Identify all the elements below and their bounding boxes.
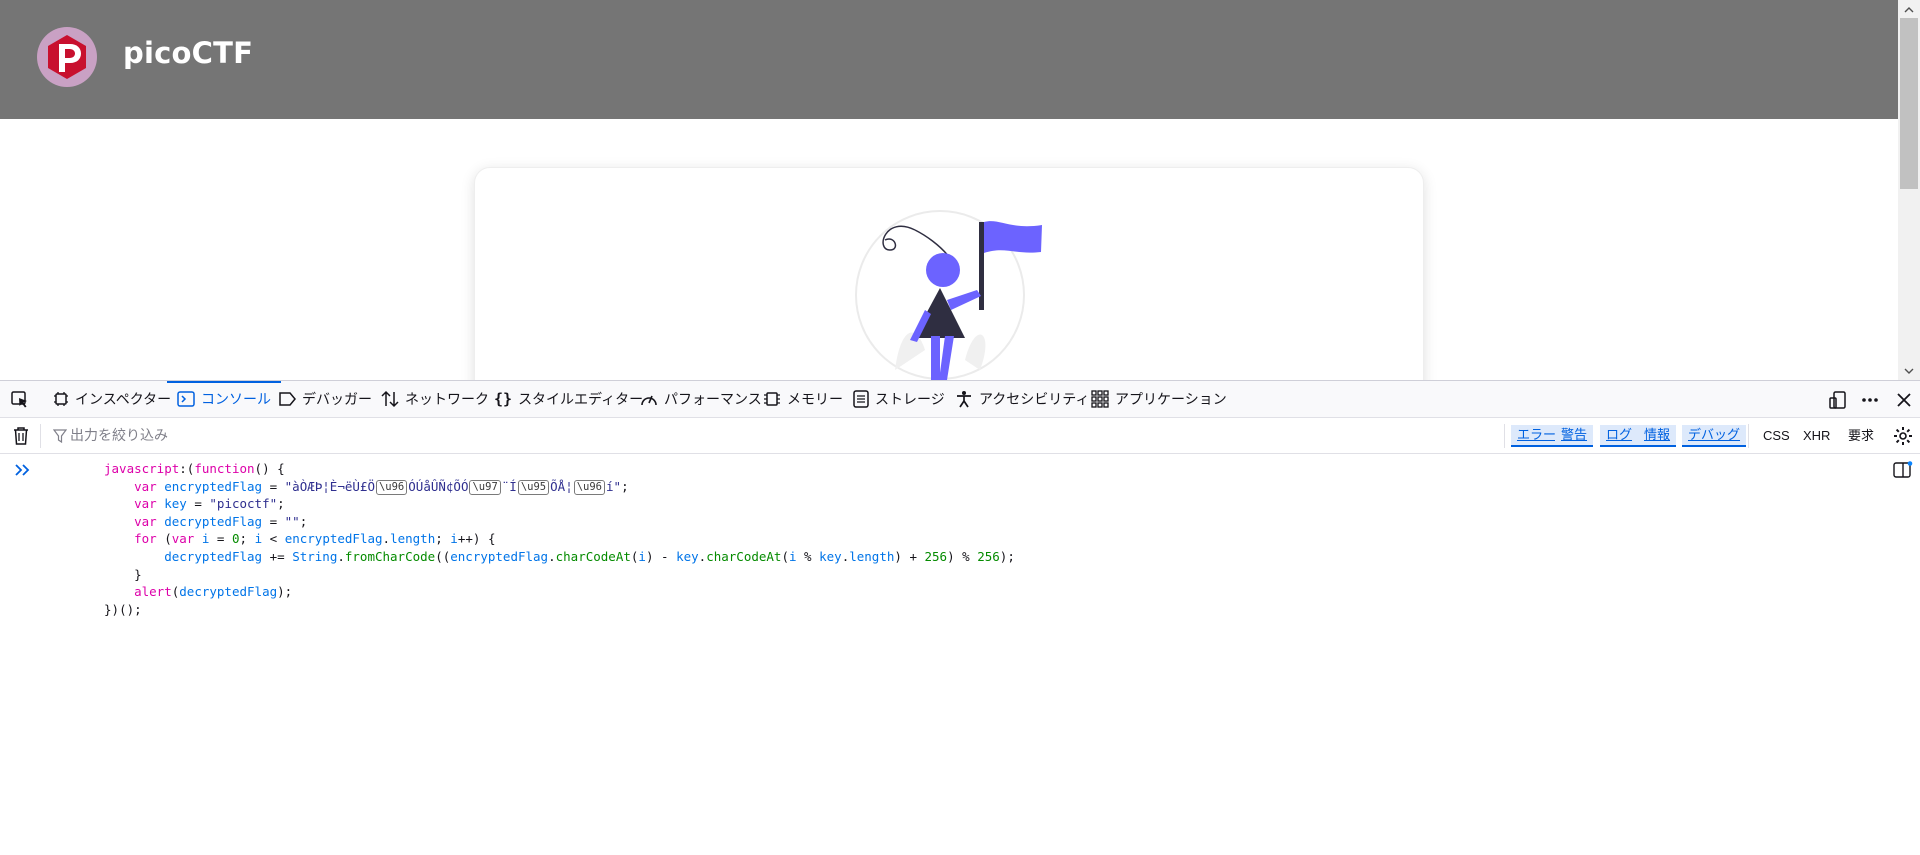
tab-label: デバッガー: [302, 391, 372, 407]
filter-info-button[interactable]: 情報: [1638, 425, 1677, 447]
tab-performance[interactable]: パフォーマンス: [640, 381, 762, 417]
button-label: ログ: [1606, 427, 1633, 442]
responsive-design-icon[interactable]: [1828, 390, 1848, 410]
more-options-icon[interactable]: [1860, 390, 1880, 410]
tab-label: ネットワーク: [405, 391, 489, 407]
code-line: javascript:(function() {: [104, 461, 285, 476]
code-line: var decryptedFlag = "";: [134, 513, 308, 529]
divider: [40, 424, 41, 448]
application-icon: [1091, 390, 1109, 408]
code-line: var key = "picoctf";: [134, 496, 285, 512]
element-picker-icon[interactable]: [10, 390, 30, 410]
tab-inspector[interactable]: インスペクター: [53, 381, 171, 417]
devtools-toolbar: インスペクター コンソール デバッガー ネットワーク {} スタイルエディター …: [0, 381, 1920, 418]
filter-debug-button[interactable]: デバッグ: [1682, 425, 1747, 447]
tab-style-editor[interactable]: {} スタイルエディター: [494, 381, 643, 417]
code-line: }: [134, 566, 142, 582]
tab-label: インスペクター: [75, 391, 172, 407]
performance-icon: [641, 395, 657, 406]
escape-char-box: \u95: [517, 479, 550, 495]
button-label: エラー: [1517, 427, 1557, 442]
debugger-icon: [279, 392, 296, 406]
flag-illustration: [855, 210, 1042, 380]
style-editor-icon: {}: [494, 390, 513, 408]
console-filter-bar: エラー 警告 ログ 情報 デバッグ CSS XHR 要求: [0, 418, 1920, 454]
clear-console-trash-icon[interactable]: [12, 426, 30, 446]
scroll-up-arrow-icon[interactable]: [1903, 4, 1915, 16]
filter-logs-button[interactable]: ログ: [1600, 425, 1639, 447]
tab-console[interactable]: コンソール: [167, 381, 281, 417]
filter-xhr-button[interactable]: XHR: [1803, 425, 1830, 447]
tab-storage[interactable]: ストレージ: [853, 381, 945, 417]
code-line: decryptedFlag += String.fromCharCode((en…: [164, 548, 1015, 564]
picoctf-logo[interactable]: [36, 26, 98, 88]
tab-application[interactable]: アプリケーション: [1091, 381, 1227, 417]
escape-char-box: \u97: [469, 479, 501, 495]
network-icon: [381, 390, 399, 408]
tab-memory[interactable]: メモリー: [763, 381, 843, 417]
tab-label: コンソール: [201, 391, 271, 407]
tab-accessibility[interactable]: アクセシビリティ: [955, 381, 1089, 417]
code-line: var encryptedFlag = "àÒÆÞ¦È¬ëÙ£Ö \u96 ÓÚåÛ…: [134, 478, 629, 495]
console-input-code[interactable]: javascript:(function() { var encryptedFl…: [104, 460, 1015, 618]
site-header: picoCTF: [0, 0, 1898, 119]
page-viewport: picoCTF: [0, 0, 1920, 380]
inspector-icon: [54, 392, 68, 406]
tab-label: パフォーマンス: [664, 391, 762, 407]
filter-requests-button[interactable]: 要求: [1848, 425, 1874, 447]
memory-icon: [764, 392, 780, 406]
console-icon: [177, 391, 195, 407]
console-prompt-chevron-icon: [15, 464, 30, 476]
accessibility-icon: [957, 391, 971, 408]
filter-output-input[interactable]: [70, 424, 670, 448]
editor-sidebar-toggle-icon[interactable]: [1893, 461, 1913, 479]
button-label: 警告: [1561, 427, 1588, 442]
tab-network[interactable]: ネットワーク: [381, 381, 489, 417]
scroll-down-arrow-icon[interactable]: [1903, 365, 1915, 377]
tab-label: アプリケーション: [1115, 391, 1227, 407]
filter-funnel-icon: [53, 429, 67, 443]
tab-label: スタイルエディター: [518, 391, 644, 407]
scrollbar-thumb[interactable]: [1900, 18, 1918, 189]
escape-char-box: \u96: [573, 479, 606, 495]
divider: [1504, 424, 1505, 448]
filter-css-button[interactable]: CSS: [1763, 425, 1790, 447]
tab-label: アクセシビリティ: [979, 391, 1090, 407]
divider: [1748, 424, 1749, 448]
filter-warnings-button[interactable]: 警告: [1555, 425, 1594, 447]
storage-icon: [853, 390, 869, 408]
code-line: alert(decryptedFlag);: [134, 584, 293, 600]
button-label: 情報: [1644, 427, 1671, 442]
site-name[interactable]: picoCTF: [123, 36, 253, 70]
button-label: デバッグ: [1688, 427, 1741, 442]
console-settings-gear-icon[interactable]: [1893, 426, 1913, 446]
escape-char-box: \u96: [375, 479, 408, 495]
console-output[interactable]: javascript:(function() { var encryptedFl…: [0, 455, 1920, 855]
close-icon[interactable]: [1894, 390, 1914, 410]
code-line: })();: [104, 601, 142, 617]
code-line: for (var i = 0; i < encryptedFlag.length…: [134, 531, 496, 547]
tab-debugger[interactable]: デバッガー: [278, 381, 372, 417]
devtools-panel: インスペクター コンソール デバッガー ネットワーク {} スタイルエディター …: [0, 380, 1920, 855]
tab-label: メモリー: [787, 391, 843, 407]
tab-label: ストレージ: [875, 391, 945, 407]
